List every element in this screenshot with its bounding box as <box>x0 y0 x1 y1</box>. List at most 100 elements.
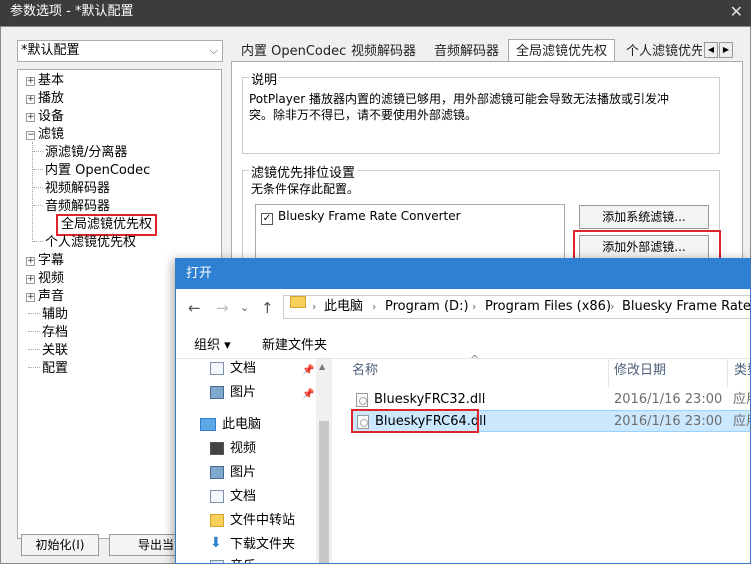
file-date: 2016/1/16 23:00 <box>614 392 723 407</box>
sort-indicator-icon: ^ <box>470 353 480 366</box>
tree-item-source-filter[interactable]: 源滤镜/分离器 <box>33 144 127 162</box>
breadcrumb-drive[interactable]: Program (D:) <box>385 296 469 318</box>
column-divider[interactable] <box>608 359 609 387</box>
tree-item-label: 源滤镜/分离器 <box>45 145 128 160</box>
window-title: 参数选项 - *默认配置 <box>10 4 134 19</box>
column-divider[interactable] <box>727 359 728 387</box>
videos-icon <box>210 442 224 455</box>
pictures-icon <box>210 386 224 399</box>
breadcrumb-program-files[interactable]: Program Files (x86) <box>485 296 611 318</box>
recent-dropdown-icon[interactable]: ⌄ <box>240 301 249 314</box>
document-icon <box>210 490 224 503</box>
preset-select[interactable]: *默认配置 ⌵ <box>17 40 223 62</box>
initialize-button[interactable]: 初始化(I) <box>21 534 99 556</box>
nav-item-label: 此电脑 <box>222 417 262 432</box>
column-header-date[interactable]: 修改日期 <box>614 361 666 383</box>
expand-icon[interactable]: + <box>26 95 35 104</box>
tree-item-video-decoder[interactable]: 视频解码器 <box>33 180 110 198</box>
close-icon[interactable]: ✕ <box>730 2 743 22</box>
column-header-type[interactable]: 类型 <box>734 361 750 383</box>
expand-icon[interactable]: + <box>26 275 35 284</box>
organize-menu[interactable]: 组织 ▾ <box>194 334 231 353</box>
navigation-pane: 文档 📌 图片 📌 此电脑 视频 图片 文档 文件中转站 ⬇ 下载文件夹 <box>176 359 332 563</box>
tree-item-video[interactable]: + 视频 <box>26 270 64 288</box>
address-bar[interactable]: › 此电脑 › Program (D:) › Program Files (x8… <box>283 295 750 319</box>
expand-icon[interactable]: + <box>26 113 35 122</box>
breadcrumb-separator: › <box>312 300 317 313</box>
column-header-name[interactable]: 名称 <box>352 361 378 383</box>
tree-item-config[interactable]: 配置 <box>28 360 68 378</box>
breadcrumb-this-pc[interactable]: 此电脑 <box>324 296 363 318</box>
pictures-icon <box>210 466 224 479</box>
tree-item-association[interactable]: 关联 <box>28 342 68 360</box>
nav-item-label: 音乐 <box>230 557 256 563</box>
file-row[interactable]: BlueskyFRC32.dll 2016/1/16 23:00 应用 <box>352 389 750 411</box>
open-file-dialog: 打开 ← → ⌄ ↑ › 此电脑 › Program (D:) › Progra… <box>175 258 751 564</box>
tab-scroll-left-icon[interactable]: ◀ <box>704 42 718 58</box>
tree-item-label: 存档 <box>42 325 69 340</box>
breadcrumb-current-folder[interactable]: Bluesky Frame Rate Co <box>622 296 750 318</box>
breadcrumb-separator: › <box>610 300 615 313</box>
tree-item-personal-filter-priority[interactable]: 个人滤镜优先权 <box>33 234 136 252</box>
tree-item-archive[interactable]: 存档 <box>28 324 68 342</box>
nav-item-label: 文档 <box>230 489 257 504</box>
expand-icon[interactable]: + <box>26 257 35 266</box>
tree-item-basic[interactable]: + 基本 <box>26 72 64 90</box>
collapse-icon[interactable]: − <box>26 131 35 140</box>
export-button[interactable]: 导出当 <box>109 534 179 556</box>
file-type: 应用 <box>733 414 750 429</box>
tree-item-assist[interactable]: 辅助 <box>28 306 68 324</box>
priority-subtitle: 无条件保存此配置。 <box>251 182 360 196</box>
nav-item-label: 下载文件夹 <box>230 537 296 552</box>
tree-item-label: 辅助 <box>42 307 69 322</box>
tree-item-subtitles[interactable]: + 字幕 <box>26 252 64 270</box>
file-date: 2016/1/16 23:00 <box>614 414 723 429</box>
tree-item-device[interactable]: + 设备 <box>26 108 64 126</box>
nav-item-label: 视频 <box>230 441 257 456</box>
chevron-down-icon: ⌵ <box>209 44 218 57</box>
tree-item-filters[interactable]: − 滤镜 <box>26 126 64 144</box>
breadcrumb-separator: › <box>372 300 377 313</box>
file-type: 应用 <box>733 392 750 407</box>
description-title: 说明 <box>249 69 280 88</box>
tree-item-global-filter-priority[interactable]: 全局滤镜优先权 <box>56 214 158 236</box>
tree-item-playback[interactable]: + 播放 <box>26 90 64 108</box>
nav-item-label: 图片 <box>230 385 257 400</box>
new-folder-button[interactable]: 新建文件夹 <box>262 334 327 353</box>
scroll-up-icon[interactable]: ▲ <box>319 362 325 371</box>
dialog-title: 打开 <box>176 259 750 289</box>
navigation-scrollbar[interactable]: ▲ <box>316 359 332 563</box>
description-text: PotPlayer 播放器内置的滤镜已够用，用外部滤镜可能会导致无法播放或引发冲… <box>249 91 719 123</box>
folder-icon <box>290 296 306 308</box>
tree-item-audio[interactable]: + 声音 <box>26 288 64 306</box>
tree-item-label: 基本 <box>38 73 65 88</box>
forward-arrow-icon[interactable]: → <box>216 299 229 317</box>
tree-item-label: 全局滤镜优先权 <box>61 217 153 232</box>
document-icon <box>210 362 224 375</box>
tree-item-label: 配置 <box>42 361 69 376</box>
scrollbar-thumb[interactable] <box>319 421 329 563</box>
filter-checkbox[interactable]: ✓ <box>261 213 273 225</box>
pin-icon[interactable]: 📌 <box>302 361 314 381</box>
pin-icon[interactable]: 📌 <box>302 385 314 405</box>
music-icon <box>210 560 224 563</box>
tree-item-label: 音频解码器 <box>45 199 111 214</box>
tab-scroll-right-icon[interactable]: ▶ <box>719 42 733 58</box>
tree-item-label: 播放 <box>38 91 65 106</box>
tree-item-label: 设备 <box>38 109 65 124</box>
computer-icon <box>200 418 216 431</box>
add-system-filter-button[interactable]: 添加系统滤镜... <box>579 205 709 229</box>
window-titlebar: 参数选项 - *默认配置 ✕ <box>0 0 751 26</box>
filter-label: Bluesky Frame Rate Converter <box>278 209 461 223</box>
tree-item-label: 视频解码器 <box>45 181 111 196</box>
nav-item-label: 文档 <box>230 361 257 376</box>
back-arrow-icon[interactable]: ← <box>188 299 201 317</box>
download-icon: ⬇ <box>210 535 222 551</box>
filter-item[interactable]: ✓ Bluesky Frame Rate Converter <box>261 209 461 225</box>
tree-item-opencodec[interactable]: 内置 OpenCodec <box>33 162 150 180</box>
expand-icon[interactable]: + <box>26 77 35 86</box>
up-arrow-icon[interactable]: ↑ <box>261 299 274 317</box>
expand-icon[interactable]: + <box>26 293 35 302</box>
add-external-filter-button[interactable]: 添加外部滤镜... <box>579 235 709 259</box>
tree-item-label: 滤镜 <box>38 127 65 142</box>
